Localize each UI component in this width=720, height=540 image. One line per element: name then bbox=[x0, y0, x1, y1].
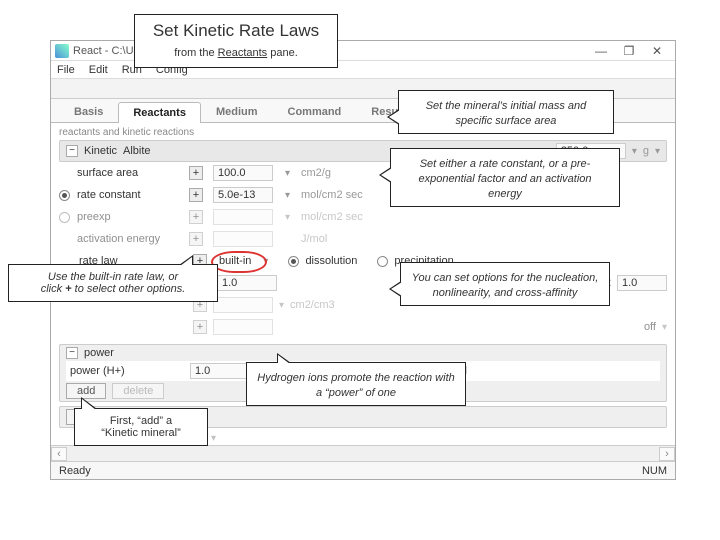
callout-mass-text: Set the mineral’s initial mass and speci… bbox=[426, 100, 587, 127]
callout-tail-icon bbox=[389, 281, 401, 297]
dropdown-icon[interactable]: ▾ bbox=[632, 146, 637, 157]
plus-button[interactable]: + bbox=[189, 210, 203, 224]
menu-edit[interactable]: Edit bbox=[89, 64, 108, 76]
collapse-icon[interactable]: − bbox=[66, 145, 78, 157]
callout-rate-text: Set either a rate constant, or a pre-exp… bbox=[418, 158, 591, 200]
radio-preexp[interactable] bbox=[59, 212, 70, 223]
menu-file[interactable]: File bbox=[57, 64, 75, 76]
tab-basis[interactable]: Basis bbox=[59, 101, 118, 122]
scroll-left-icon[interactable]: ‹ bbox=[51, 447, 67, 461]
nucleation-input[interactable] bbox=[213, 297, 273, 313]
dropdown-icon[interactable]: ▾ bbox=[279, 300, 284, 311]
close-button[interactable]: ✕ bbox=[643, 42, 671, 60]
activation-energy-unit: J/mol bbox=[301, 233, 667, 245]
surface-area-input[interactable]: 100.0 bbox=[213, 165, 273, 181]
maximize-button[interactable]: ❐ bbox=[615, 42, 643, 60]
radio-rate-constant[interactable] bbox=[59, 190, 70, 201]
plus-button[interactable]: + bbox=[193, 320, 207, 334]
radio-precipitation[interactable] bbox=[377, 256, 388, 267]
callout-options-text: You can set options for the nucleation, … bbox=[412, 272, 599, 299]
label-activation-energy: activation energy bbox=[77, 233, 187, 245]
activation-energy-input[interactable] bbox=[213, 231, 273, 247]
callout-addkm-l1: First, “add” a bbox=[85, 415, 197, 427]
status-num: NUM bbox=[642, 465, 667, 477]
minimize-button[interactable]: — bbox=[587, 42, 615, 60]
row-activation-energy: activation energy + J/mol bbox=[59, 228, 667, 250]
mineral-mass-unit[interactable]: g bbox=[643, 145, 649, 157]
scroll-right-icon[interactable]: › bbox=[659, 447, 675, 461]
tab-medium[interactable]: Medium bbox=[201, 101, 273, 122]
collapse-icon[interactable]: − bbox=[66, 347, 78, 359]
power-species: power (H+) bbox=[70, 365, 180, 377]
callout-hions: Hydrogen ions promote the reaction with … bbox=[246, 362, 466, 406]
callout-tail-icon bbox=[379, 167, 391, 183]
callout-builtin-l2: click + to select other options. bbox=[19, 283, 207, 295]
callout-title-l2: from the Reactants pane. bbox=[145, 41, 327, 61]
dropdown-icon[interactable]: ▾ bbox=[285, 168, 299, 179]
callout-tail-icon bbox=[81, 397, 97, 409]
power-delete-button[interactable]: delete bbox=[112, 383, 164, 399]
dropdown-icon[interactable]: ▾ bbox=[263, 256, 268, 267]
callout-mass: Set the mineral’s initial mass and speci… bbox=[398, 90, 614, 134]
label-preexp: preexp bbox=[77, 211, 187, 223]
callout-addkm-l2: “Kinetic mineral” bbox=[85, 427, 197, 439]
callout-builtin: Use the built-in rate law, or click + to… bbox=[8, 264, 218, 302]
statusbar: Ready NUM bbox=[51, 461, 675, 479]
row-preexp: preexp + ▾ mol/cm2 sec bbox=[59, 206, 667, 228]
app-icon bbox=[55, 44, 69, 58]
power-header: power bbox=[84, 347, 114, 359]
plus-button[interactable]: + bbox=[189, 232, 203, 246]
dropdown-icon[interactable]: ▾ bbox=[285, 212, 299, 223]
dropdown-icon[interactable]: ▾ bbox=[211, 433, 216, 444]
rate-constant-input[interactable]: 5.0e-13 bbox=[213, 187, 273, 203]
dropdown-icon[interactable]: ▾ bbox=[655, 146, 660, 157]
dropdown-icon[interactable]: ▾ bbox=[662, 322, 667, 333]
mineral-name: Albite bbox=[123, 145, 151, 157]
builtin-text: built-in bbox=[219, 255, 251, 267]
callout-tail-icon bbox=[179, 255, 193, 265]
callout-hions-text: Hydrogen ions promote the reaction with … bbox=[257, 372, 455, 399]
horizontal-scrollbar[interactable]: ‹ › bbox=[51, 445, 675, 461]
xaff-off[interactable]: off bbox=[644, 321, 656, 333]
callout-rate: Set either a rate constant, or a pre-exp… bbox=[390, 148, 620, 207]
dropdown-icon[interactable]: ▾ bbox=[285, 190, 299, 201]
callout-title-l1: Set Kinetic Rate Laws bbox=[145, 21, 327, 41]
radio-dissolution[interactable] bbox=[288, 256, 299, 267]
callout-title: Set Kinetic Rate Laws from the Reactants… bbox=[134, 14, 338, 68]
callout-builtin-l1: Use the built-in rate law, or bbox=[19, 271, 207, 283]
preexp-input[interactable] bbox=[213, 209, 273, 225]
nucleation-unit: cm2/cm3 bbox=[290, 299, 335, 311]
plus-button[interactable]: + bbox=[189, 188, 203, 202]
plus-button[interactable]: + bbox=[189, 166, 203, 180]
label-surface-area: surface area bbox=[77, 167, 187, 179]
order2-input[interactable]: 1.0 bbox=[617, 275, 667, 291]
status-ready: Ready bbox=[59, 465, 91, 477]
order1-input[interactable]: 1.0 bbox=[217, 275, 277, 291]
preexp-unit: mol/cm2 sec bbox=[301, 211, 667, 223]
callout-options: You can set options for the nucleation, … bbox=[400, 262, 610, 306]
tab-reactants[interactable]: Reactants bbox=[118, 102, 201, 123]
xaff-input[interactable] bbox=[213, 319, 273, 335]
callout-add-kinetic: First, “add” a “Kinetic mineral” bbox=[74, 408, 208, 446]
tab-command[interactable]: Command bbox=[273, 101, 357, 122]
callout-tail-icon bbox=[387, 109, 399, 125]
row-cross-affinity: + off ▾ bbox=[59, 316, 667, 338]
callout-tail-icon bbox=[277, 353, 291, 363]
rate-law-value[interactable]: built-in bbox=[213, 253, 257, 269]
mineral-type: Kinetic bbox=[84, 145, 117, 157]
label-rate-constant: rate constant bbox=[77, 189, 187, 201]
label-dissolution: dissolution bbox=[305, 255, 357, 267]
